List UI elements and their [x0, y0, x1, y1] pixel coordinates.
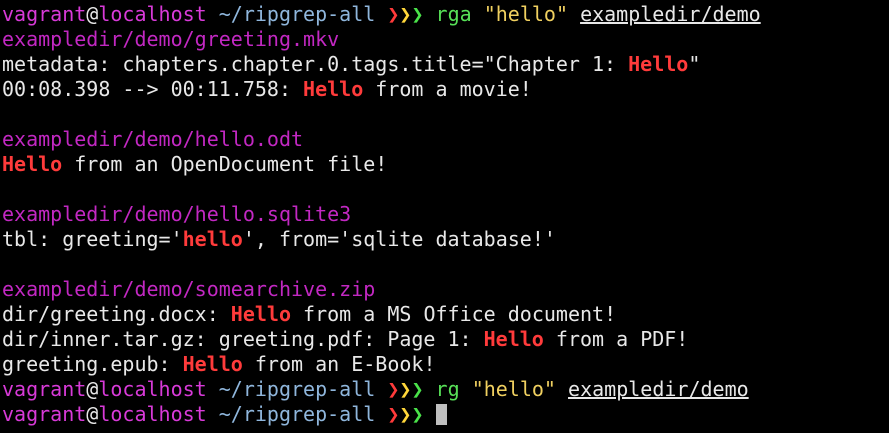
prompt-arrow-icon: ❯: [399, 377, 412, 401]
result-filename: exampledir/demo/greeting.mkv: [2, 27, 340, 51]
match-highlight: Hello: [2, 152, 63, 176]
prompt-host: localhost: [98, 377, 207, 401]
prompt-user: vagrant: [2, 377, 87, 401]
prompt-arrow-icon: ❯: [411, 2, 424, 26]
text-cursor[interactable]: [435, 404, 447, 425]
result-text: ": [688, 52, 701, 76]
prompt-arrow-icon: ❯: [387, 377, 400, 401]
command-path: exampledir/demo: [568, 377, 749, 401]
command-program: rga: [435, 2, 472, 26]
result-line: 00:08.398 --> 00:11.758: Hello from a mo…: [2, 77, 889, 102]
prompt-arrow-icon: ❯: [387, 2, 400, 26]
result-line: dir/greeting.docx: Hello from a MS Offic…: [2, 302, 889, 327]
match-highlight: Hello: [628, 52, 689, 76]
result-line: Hello from an OpenDocument file!: [2, 152, 889, 177]
prompt-user: vagrant: [2, 402, 87, 426]
result-filename: exampledir/demo/somearchive.zip: [2, 277, 376, 301]
match-highlight: Hello: [182, 352, 243, 376]
prompt-dir: ~/ripgrep-all: [218, 377, 376, 401]
match-highlight: Hello: [303, 77, 364, 101]
prompt-arrow-icon: ❯: [411, 377, 424, 401]
prompt-dir: ~/ripgrep-all: [218, 402, 376, 426]
result-text: 00:08.398 --> 00:11.758:: [2, 77, 304, 101]
result-text: tbl: greeting=': [2, 227, 183, 251]
match-highlight: Hello: [483, 327, 544, 351]
result-text: from an E-Book!: [242, 352, 436, 376]
prompt-arrow-icon: ❯: [387, 402, 400, 426]
prompt-arrow-icon: ❯: [399, 402, 412, 426]
match-highlight: Hello: [230, 302, 291, 326]
result-text: dir/greeting.docx:: [2, 302, 231, 326]
result-text: dir/inner.tar.gz: greeting.pdf: Page 1:: [2, 327, 484, 351]
terminal-window[interactable]: vagrant@localhost ~/ripgrep-all ❯❯❯ rga …: [0, 0, 889, 433]
result-line: dir/inner.tar.gz: greeting.pdf: Page 1: …: [2, 327, 889, 352]
prompt-arrow-icon: ❯: [399, 2, 412, 26]
result-text: ', from='sqlite database!': [242, 227, 556, 251]
result-text: greeting.epub:: [2, 352, 183, 376]
active-prompt-line[interactable]: vagrant@localhost ~/ripgrep-all ❯❯❯: [2, 402, 889, 427]
prompt-at: @: [86, 402, 99, 426]
prompt-host: localhost: [98, 2, 207, 26]
result-text: metadata: chapters.chapter.0.tags.title=…: [2, 52, 629, 76]
prompt-line: vagrant@localhost ~/ripgrep-all ❯❯❯ rga …: [2, 2, 889, 27]
prompt-user: vagrant: [2, 2, 87, 26]
match-highlight: hello: [182, 227, 243, 251]
prompt-dir: ~/ripgrep-all: [218, 2, 376, 26]
command-path: exampledir/demo: [580, 2, 761, 26]
result-filename: exampledir/demo/hello.odt: [2, 127, 304, 151]
result-text: from an OpenDocument file!: [62, 152, 388, 176]
result-text: from a movie!: [363, 77, 532, 101]
result-text: from a MS Office document!: [291, 302, 617, 326]
result-line: metadata: chapters.chapter.0.tags.title=…: [2, 52, 889, 77]
command-query: "hello": [471, 377, 556, 401]
result-line: greeting.epub: Hello from an E-Book!: [2, 352, 889, 377]
prompt-arrow-icon: ❯: [411, 402, 424, 426]
result-text: from a PDF!: [543, 327, 689, 351]
prompt-at: @: [86, 2, 99, 26]
prompt-line: vagrant@localhost ~/ripgrep-all ❯❯❯ rg "…: [2, 377, 889, 402]
command-program: rg: [435, 377, 460, 401]
result-line: tbl: greeting='hello', from='sqlite data…: [2, 227, 889, 252]
command-query: "hello": [483, 2, 569, 26]
prompt-at: @: [86, 377, 99, 401]
prompt-host: localhost: [98, 402, 207, 426]
result-filename: exampledir/demo/hello.sqlite3: [2, 202, 352, 226]
